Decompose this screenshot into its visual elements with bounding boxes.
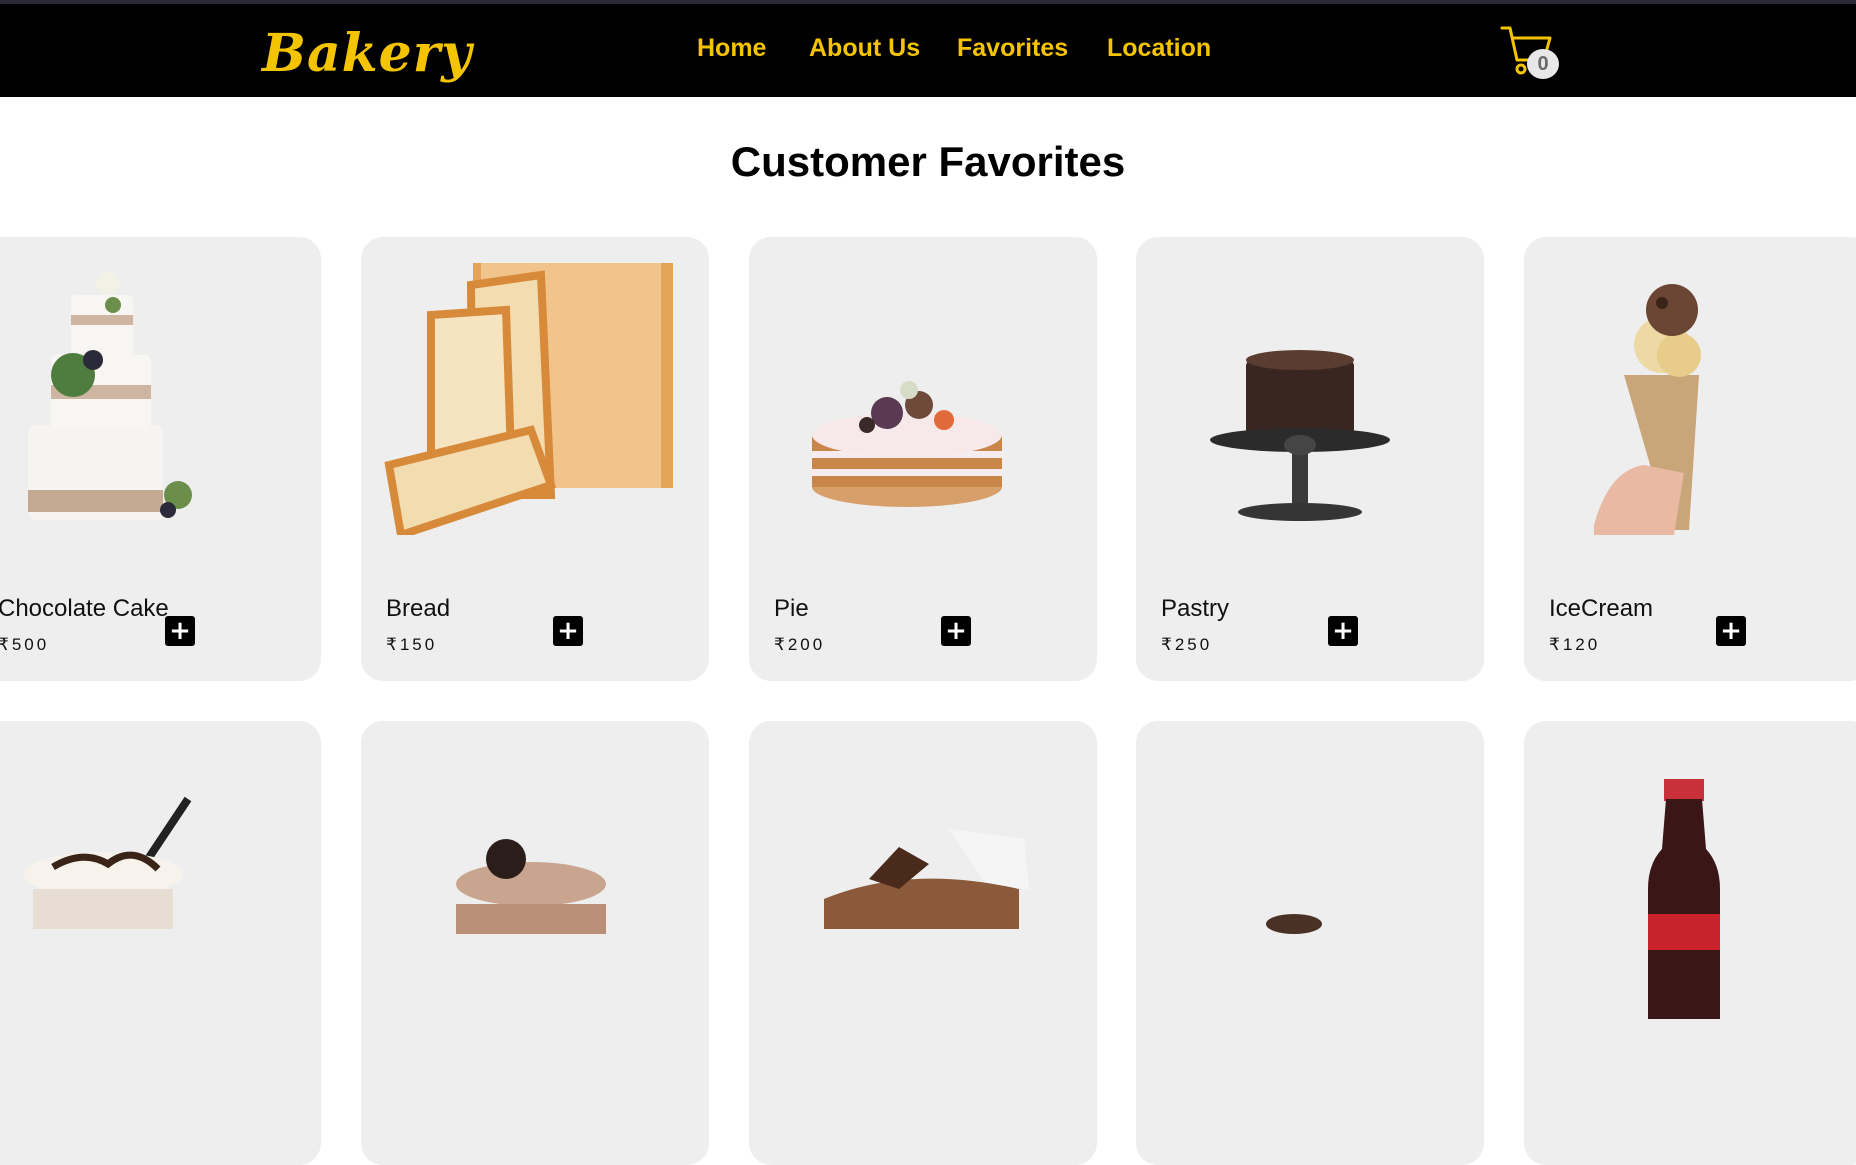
product-card: IceCream ₹120 + <box>1524 237 1856 681</box>
product-card: Pie ₹200 + <box>749 237 1097 681</box>
layered-cake-image <box>28 271 192 520</box>
product-card: Chocolate Cake ₹500 + <box>0 237 321 681</box>
page-title: Customer Favorites <box>730 138 1126 185</box>
pastry-on-stand-image <box>1210 350 1390 521</box>
product-price: ₹500 <box>0 635 50 654</box>
product-card <box>749 721 1097 1165</box>
product-price: ₹120 <box>1549 635 1601 654</box>
nav-home[interactable]: Home <box>697 34 766 63</box>
product-price: ₹150 <box>386 635 438 654</box>
chocolate-cake-slice-image <box>824 829 1029 929</box>
product-name: Pie <box>774 595 809 622</box>
main-nav: Home About Us Favorites Location <box>0 4 1856 97</box>
product-card <box>1136 721 1484 1165</box>
nav-favorites[interactable]: Favorites <box>957 34 1068 63</box>
frappe-image <box>23 796 192 929</box>
oreo-shake-image <box>456 839 606 934</box>
cart-count-badge: 0 <box>1527 49 1559 79</box>
product-card: Bread ₹150 + <box>361 237 709 681</box>
site-header: Bakery Home About Us Favorites Location … <box>0 4 1856 97</box>
product-name: Pastry <box>1161 595 1230 622</box>
ice-cream-cone-image <box>1594 284 1701 535</box>
add-to-cart-button[interactable]: + <box>165 616 195 646</box>
product-name: Bread <box>386 595 451 622</box>
product-card <box>0 721 321 1165</box>
bread-loaf-image <box>384 263 673 535</box>
product-card: Pastry ₹250 + <box>1136 237 1484 681</box>
product-price: ₹200 <box>774 635 826 654</box>
product-card <box>361 721 709 1165</box>
product-card <box>1524 721 1856 1165</box>
add-to-cart-button[interactable]: + <box>1716 616 1746 646</box>
nav-about-us[interactable]: About Us <box>809 34 920 63</box>
product-price: ₹250 <box>1161 635 1213 654</box>
pie-image <box>812 381 1002 507</box>
add-to-cart-button[interactable]: + <box>941 616 971 646</box>
nav-location[interactable]: Location <box>1107 34 1211 63</box>
cookie-image <box>1266 914 1322 934</box>
product-name: IceCream <box>1549 595 1654 622</box>
cola-bottle-image <box>1648 779 1720 1019</box>
add-to-cart-button[interactable]: + <box>1328 616 1358 646</box>
product-name: Chocolate Cake <box>0 595 169 622</box>
add-to-cart-button[interactable]: + <box>553 616 583 646</box>
